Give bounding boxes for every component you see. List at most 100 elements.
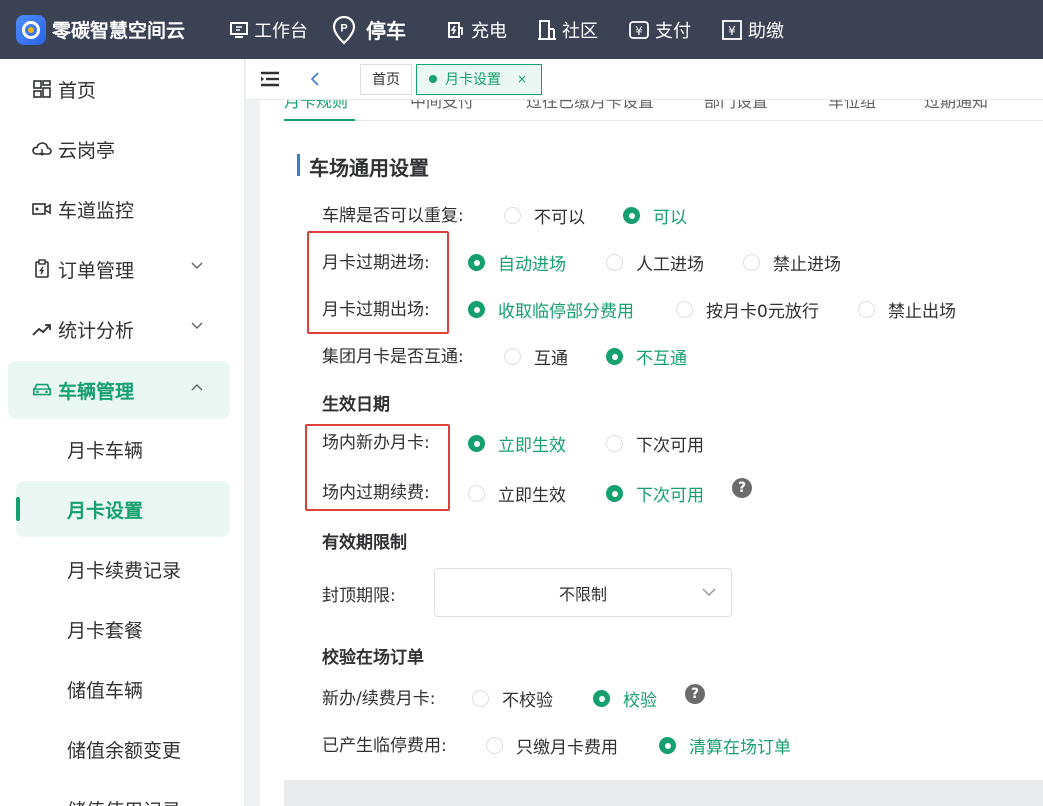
radio-entry-auto[interactable]: 自动进场 [468,250,566,275]
radio-circle [504,348,521,365]
radio-exit-zero-fee[interactable]: 按月卡0元放行 [676,297,819,322]
radio-renew-immediate[interactable]: 立即生效 [468,481,566,506]
radio-label: 自动进场 [498,255,566,275]
radio-exit-charge-temp[interactable]: 收取临停部分费用 [468,297,634,322]
sidebar-label: 车辆管理 [58,380,135,403]
sidebar-label: 月卡设置 [67,499,144,522]
nav-item-charging[interactable]: 充电 [432,0,523,59]
radio-entry-manual[interactable]: 人工进场 [606,250,704,275]
main-content: 月卡规则 中间支付 过往已缴月卡设置 部门设置 车位组 过期通知 车场通用设置 … [260,100,1043,806]
nav-item-assist-pay[interactable]: ¥ 助缴 [707,0,800,59]
sidebar-subitem-monthly-vehicles[interactable]: 月卡车辆 [0,419,244,479]
radio-label: 不互通 [636,349,687,369]
chevron-down-icon [191,322,203,329]
sidebar-subitem-usage-records[interactable]: 储值使用记录 [0,779,244,806]
sidebar-subitem-monthly-packages[interactable]: 月卡套餐 [0,599,244,659]
nav-item-parking[interactable]: P 停车 [324,0,432,59]
bottom-footer-bar [284,780,1043,806]
radio-circle [468,301,485,318]
back-button[interactable] [298,62,332,96]
radio-exit-forbidden[interactable]: 禁止出场 [858,297,956,322]
field-label: 车牌是否可以重复: [322,205,464,226]
radio-new-immediate[interactable]: 立即生效 [468,431,566,456]
sidebar-subitem-monthly-settings[interactable]: 月卡设置 [16,481,230,537]
radio-renew-next-time[interactable]: 下次可用 [606,481,704,506]
radio-circle [676,301,693,318]
car-icon [32,380,52,400]
help-icon[interactable]: ? [685,684,705,704]
radio-label: 立即生效 [498,436,566,456]
effective-date-heading: 生效日期 [322,395,390,415]
nav-item-community[interactable]: 社区 [523,0,614,59]
sidebar-label: 储值使用记录 [67,796,181,806]
radio-plate-not-allowed[interactable]: 不可以 [504,203,585,228]
nav-label: 充电 [471,20,507,42]
tab-home[interactable]: 首页 [360,63,412,95]
plate-repeat-row: 车牌是否可以重复: [322,199,464,227]
highlight-box-expiry [307,231,449,334]
temp-fee-row: 已产生临停费用: [322,729,447,757]
chevron-up-icon [191,384,203,391]
radio-label: 只缴月卡费用 [516,738,618,758]
radio-circle [606,348,623,365]
sidebar-item-lane-monitor[interactable]: 车道监控 [0,179,244,239]
radio-label: 收取临停部分费用 [498,302,634,322]
radio-check[interactable]: 校验 [593,686,657,711]
sidebar-item-cloud-booth[interactable]: 云岗亭 [0,119,244,179]
subtab-department[interactable]: 部门设置 [704,100,768,112]
nav-item-payment[interactable]: ¥ 支付 [614,0,707,59]
sidebar-subitem-balance-changes[interactable]: 储值余额变更 [0,719,244,779]
sidebar-item-home[interactable]: 首页 [0,59,244,119]
radio-pay-monthly-only[interactable]: 只缴月卡费用 [486,733,618,758]
radio-group-shared[interactable]: 互通 [504,344,568,369]
yen-icon: ¥ [629,20,649,39]
subtab-monthly-rules[interactable]: 月卡规则 [284,100,348,112]
brand[interactable]: 零碳智慧空间云 [0,0,215,59]
building-icon [538,19,556,40]
radio-label: 不可以 [534,208,585,228]
radio-label: 校验 [623,691,657,711]
subtab-expiry-notice[interactable]: 过期通知 [924,100,988,112]
tab-monthly-settings[interactable]: 月卡设置 × [416,63,543,95]
radio-label: 下次可用 [636,486,704,506]
close-icon[interactable]: × [517,72,527,86]
cap-limit-select[interactable]: 不限制 [434,568,732,617]
radio-group-not-shared[interactable]: 不互通 [606,344,687,369]
trend-icon [32,319,52,339]
radio-label: 清算在场订单 [689,738,791,758]
cap-limit-row: 封顶期限: [322,579,396,607]
sidebar-label: 首页 [58,79,97,102]
active-dot [429,75,437,83]
radio-new-next-time[interactable]: 下次可用 [606,431,704,456]
nav-item-workbench[interactable]: 工作台 [215,0,324,59]
settings-subtabs: 月卡规则 中间支付 过往已缴月卡设置 部门设置 车位组 过期通知 [284,100,1043,121]
sidebar-label: 统计分析 [58,319,135,342]
subtab-space-group[interactable]: 车位组 [828,100,876,112]
radio-no-check[interactable]: 不校验 [472,686,553,711]
sidebar-item-statistics[interactable]: 统计分析 [0,299,244,359]
help-icon[interactable]: ? [732,478,752,498]
home-dashboard-icon [32,79,52,99]
select-value: 不限制 [558,584,607,604]
radio-entry-forbidden[interactable]: 禁止进场 [743,250,841,275]
svg-text:P: P [340,22,347,34]
field-label: 新办/续费月卡: [322,688,436,709]
highlight-box-effective [305,424,450,511]
subtab-past-paid[interactable]: 过往已缴月卡设置 [526,100,654,112]
sidebar: 首页 云岗亭 车道监控 订单管理 统计分析 车辆管理 月卡车辆 月卡设置 月卡续… [0,59,245,806]
radio-label: 互通 [534,349,568,369]
radio-plate-allowed[interactable]: 可以 [623,203,687,228]
radio-settle-orders[interactable]: 清算在场订单 [659,733,791,758]
subtab-mid-payment[interactable]: 中间支付 [410,100,474,112]
radio-circle [743,254,760,271]
sidebar-subitem-renewal-records[interactable]: 月卡续费记录 [0,539,244,599]
menu-toggle-button[interactable] [246,59,294,100]
radio-label: 禁止进场 [773,255,841,275]
sidebar-item-orders[interactable]: 订单管理 [0,239,244,299]
chevron-left-icon [310,72,319,86]
sidebar-item-vehicle-management[interactable]: 车辆管理 [8,361,230,419]
sidebar-subitem-stored-value-vehicles[interactable]: 储值车辆 [0,659,244,719]
camera-icon [32,199,52,219]
radio-label: 不校验 [502,691,553,711]
sidebar-label: 储值余额变更 [67,739,182,762]
